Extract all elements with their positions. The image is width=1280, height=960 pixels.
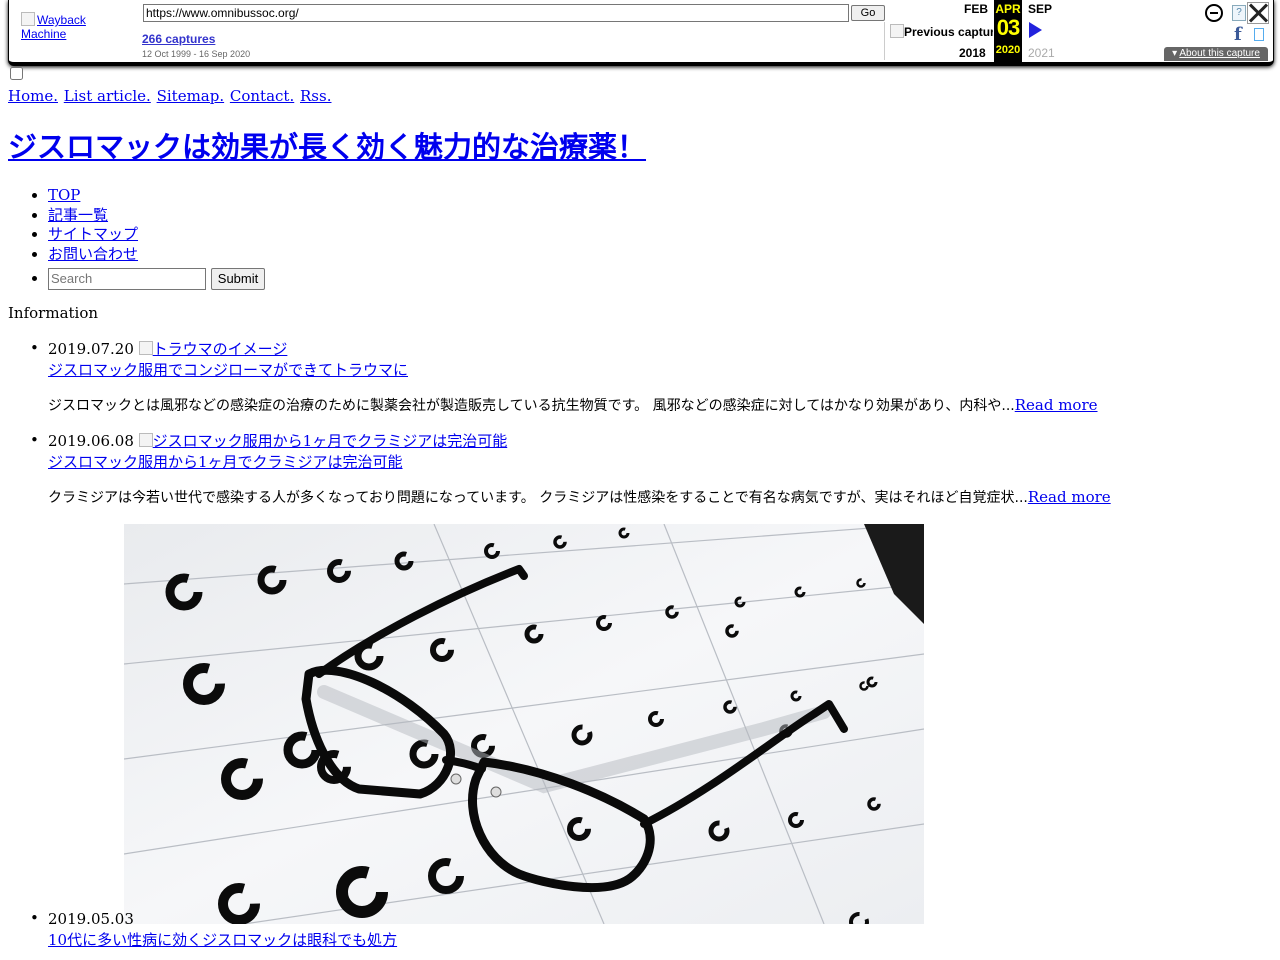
post-excerpt: ジスロマックとは風邪などの感染症の治療のために製薬会社が製造販売している抗生物質… [48, 395, 1098, 415]
twitter-icon[interactable] [1254, 28, 1264, 41]
list-item: • 2019.06.08 ジスロマック服用から1ヶ月でクラミジアは完治可能 ジス… [30, 431, 1111, 506]
read-more-link[interactable]: Read more [1015, 396, 1098, 414]
topnav-list-article[interactable]: List article. [64, 87, 151, 105]
previous-capture-link[interactable]: Previous capture [890, 24, 993, 40]
read-more-link[interactable]: Read more [1028, 488, 1111, 506]
search-input[interactable] [48, 267, 206, 290]
post-excerpt-text: クラミジアは今若い世代で感染する人が多くなっており問題になっています。 クラミジ… [48, 490, 1028, 506]
prev-month-link[interactable]: FEB [964, 2, 988, 16]
broken-image-icon [138, 433, 153, 447]
wayback-toolbar: Wayback Machine Go 266 captures 12 Oct 1… [8, 0, 1274, 66]
post-date: 2019.05.03 [48, 910, 134, 928]
post-thumbnail-glasses-eye-chart[interactable] [124, 524, 924, 924]
broken-image-icon [21, 12, 35, 26]
current-day: 03 [996, 15, 1020, 40]
search-submit-button[interactable]: Submit [210, 267, 266, 290]
post-thumbnail-link[interactable]: トラウマのイメージ [138, 340, 288, 358]
next-year-label: 2021 [1028, 46, 1055, 60]
gnav-link-contact[interactable]: お問い合わせ [48, 245, 138, 263]
broken-image-icon [890, 24, 904, 38]
post-thumbnail-link[interactable]: ジスロマック服用から1ヶ月でクラミジアは完治可能 [138, 432, 508, 450]
post-date: 2019.07.20 [48, 340, 134, 358]
bullet-icon: • [30, 339, 39, 357]
post-excerpt-text: ジスロマックとは風邪などの感染症の治療のために製薬会社が製造販売している抗生物質… [48, 398, 1015, 414]
close-icon[interactable] [1247, 2, 1269, 24]
bullet-icon: • [30, 909, 39, 927]
about-capture-label: About this capture [1179, 48, 1260, 59]
current-month: APR [994, 2, 1022, 16]
wayback-logo-link[interactable]: Wayback Machine [21, 12, 131, 44]
list-item: • 2019.07.20 トラウマのイメージ ジスロマック服用でコンジローマがで… [30, 339, 1098, 414]
bullet-icon: • [30, 431, 39, 449]
site-title: ジスロマックは効果が長く効く魅力的な治療薬！ [8, 124, 646, 166]
captures-link[interactable]: 266 captures [142, 32, 215, 46]
gnav-link-sitemap[interactable]: サイトマップ [48, 225, 138, 243]
toolbar-divider [884, 22, 885, 60]
topnav-contact[interactable]: Contact. [230, 87, 294, 105]
post-excerpt: クラミジアは今若い世代で感染する人が多くなっており問題になっています。 クラミジ… [48, 487, 1111, 507]
capture-date-range: 12 Oct 1999 - 16 Sep 2020 [142, 49, 251, 59]
menu-toggle-checkbox[interactable] [10, 67, 23, 80]
chevron-down-icon: ▾ [1172, 48, 1178, 59]
gnav-item-sitemap: サイトマップ [48, 225, 265, 245]
gnav-item-contact: お問い合わせ [48, 245, 265, 265]
gnav-item-articles: 記事一覧 [48, 206, 265, 226]
post-title-link[interactable]: ジスロマック服用から1ヶ月でクラミジアは完治可能 [48, 451, 507, 472]
topnav-home[interactable]: Home. [8, 87, 58, 105]
global-nav: TOP 記事一覧 サイトマップ お問い合わせ Submit [8, 186, 266, 292]
wayback-go-button[interactable]: Go [851, 5, 885, 21]
next-month-link[interactable]: SEP [1028, 2, 1052, 16]
current-year: 2020 [995, 44, 1021, 56]
information-heading: Information [8, 304, 99, 322]
help-icon[interactable]: ? [1232, 5, 1246, 21]
gnav-link-top[interactable]: TOP [48, 186, 80, 204]
post-thumbnail-alt: ジスロマック服用から1ヶ月でクラミジアは完治可能 [152, 432, 508, 450]
top-nav: Home. List article. Sitemap. Contact. Rs… [8, 87, 332, 105]
gnav-item-top: TOP [48, 186, 265, 206]
post-date: 2019.06.08 [48, 432, 134, 450]
topnav-sitemap[interactable]: Sitemap. [157, 87, 225, 105]
gnav-item-search: Submit [48, 266, 266, 292]
post-title-link[interactable]: 10代に多い性病に効くジスロマックは眼科でも処方 [48, 929, 397, 950]
gnav-link-articles[interactable]: 記事一覧 [48, 206, 108, 224]
previous-capture-alt: Previous capture [904, 25, 993, 39]
topnav-rss[interactable]: Rss. [300, 87, 331, 105]
glasses-eye-chart-image [124, 524, 924, 924]
next-capture-arrow-icon[interactable] [1029, 22, 1042, 38]
wayback-url-input[interactable] [143, 4, 849, 22]
about-capture-button[interactable]: ▾ About this capture [1164, 47, 1268, 61]
post-title-link[interactable]: ジスロマック服用でコンジローマができてトラウマに [48, 359, 408, 380]
site-title-link[interactable]: ジスロマックは効果が長く効く魅力的な治療薬！ [8, 130, 646, 164]
facebook-icon[interactable]: f [1234, 24, 1242, 45]
list-item: • 2019.05.03 10代に多い性病に効くジスロマックは眼科でも処方 [30, 909, 397, 950]
prev-year-link[interactable]: 2018 [959, 46, 986, 60]
user-icon[interactable] [1205, 4, 1223, 22]
post-thumbnail-alt: トラウマのイメージ [152, 340, 288, 358]
broken-image-icon [138, 341, 153, 355]
current-capture-date: APR 03 2020 [994, 0, 1022, 62]
